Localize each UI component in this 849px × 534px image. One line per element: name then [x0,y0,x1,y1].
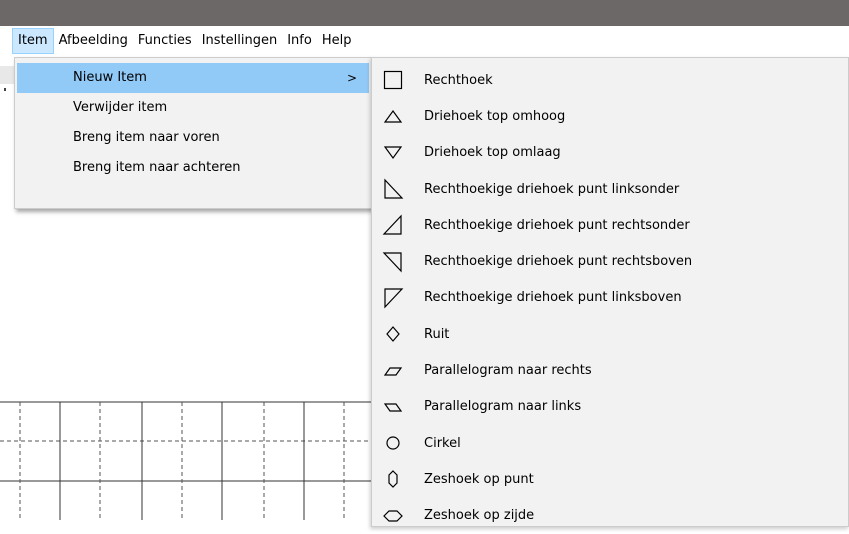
right-triangle-top-right-icon [378,250,408,274]
submenu-option-parallelogram-left[interactable]: Parallelogram naar links [372,389,848,425]
title-bar [0,0,849,26]
submenu-option-label: Rechthoekige driehoek punt linksboven [424,290,682,306]
submenu-option-label: Rechthoekige driehoek punt linksonder [424,181,680,197]
menu-option-label: Breng item naar achteren [73,160,241,175]
hexagon-point-icon [378,467,408,491]
submenu-option-parallelogram-right[interactable]: Parallelogram naar rechts [372,352,848,388]
submenu-option-right-triangle-top-right[interactable]: Rechthoekige driehoek punt rechtsboven [372,243,848,279]
menu-option-send-backward[interactable]: Breng item naar achteren [17,153,369,183]
submenu-option-label: Zeshoek op punt [424,471,534,487]
canvas-marker [4,88,6,91]
menu-option-new-item[interactable]: Nieuw Item > [17,63,369,93]
new-item-submenu: Rechthoek Driehoek top omhoog Driehoek t… [371,57,849,527]
submenu-option-hexagon-side[interactable]: Zeshoek op zijde [372,498,848,534]
menu-option-label: Breng item naar voren [73,130,220,145]
circle-icon [378,431,408,455]
submenu-option-label: Parallelogram naar links [424,399,582,415]
submenu-option-label: Zeshoek op zijde [424,508,535,524]
submenu-option-right-triangle-top-left[interactable]: Rechthoekige driehoek punt linksboven [372,280,848,316]
menu-instellingen[interactable]: Instellingen [197,28,283,54]
triangle-down-icon [378,141,408,165]
submenu-option-hexagon-point[interactable]: Zeshoek op punt [372,461,848,497]
right-triangle-bottom-left-icon [378,177,408,201]
submenu-option-label: Cirkel [424,435,461,451]
menu-item[interactable]: Item [12,28,54,54]
submenu-option-label: Rechthoekige driehoek punt rechtsboven [424,254,693,270]
submenu-arrow-icon: > [346,71,357,85]
rectangle-icon [378,68,408,92]
submenu-option-circle[interactable]: Cirkel [372,425,848,461]
submenu-option-label: Driehoek top omlaag [424,145,561,161]
menu-info[interactable]: Info [282,28,317,54]
submenu-option-label: Driehoek top omhoog [424,108,566,124]
submenu-option-rectangle[interactable]: Rechthoek [372,62,848,98]
item-menu-dropdown: Nieuw Item > Verwijder item Breng item n… [14,57,372,209]
menu-afbeelding[interactable]: Afbeelding [54,28,133,54]
menu-option-label: Verwijder item [73,100,168,115]
right-triangle-bottom-right-icon [378,213,408,237]
menu-option-delete-item[interactable]: Verwijder item [17,93,369,123]
menu-help[interactable]: Help [317,28,357,54]
submenu-option-triangle-down[interactable]: Driehoek top omlaag [372,135,848,171]
submenu-option-triangle-up[interactable]: Driehoek top omhoog [372,98,848,134]
triangle-up-icon [378,104,408,128]
submenu-option-right-triangle-bottom-left[interactable]: Rechthoekige driehoek punt linksonder [372,171,848,207]
submenu-option-label: Parallelogram naar rechts [424,363,592,379]
parallelogram-left-icon [378,395,408,419]
submenu-option-diamond[interactable]: Ruit [372,316,848,352]
diamond-icon [378,322,408,346]
submenu-option-label: Ruit [424,326,450,342]
menu-functies[interactable]: Functies [133,28,197,54]
submenu-option-label: Rechthoek [424,72,493,88]
hexagon-side-icon [378,504,408,528]
parallelogram-right-icon [378,359,408,383]
menu-option-label: Nieuw Item [73,70,147,85]
right-triangle-top-left-icon [378,286,408,310]
submenu-option-right-triangle-bottom-right[interactable]: Rechthoekige driehoek punt rechtsonder [372,207,848,243]
menu-bar: Item Afbeelding Functies Instellingen In… [0,26,849,56]
menu-option-bring-forward[interactable]: Breng item naar voren [17,123,369,153]
submenu-option-label: Rechthoekige driehoek punt rechtsonder [424,217,690,233]
